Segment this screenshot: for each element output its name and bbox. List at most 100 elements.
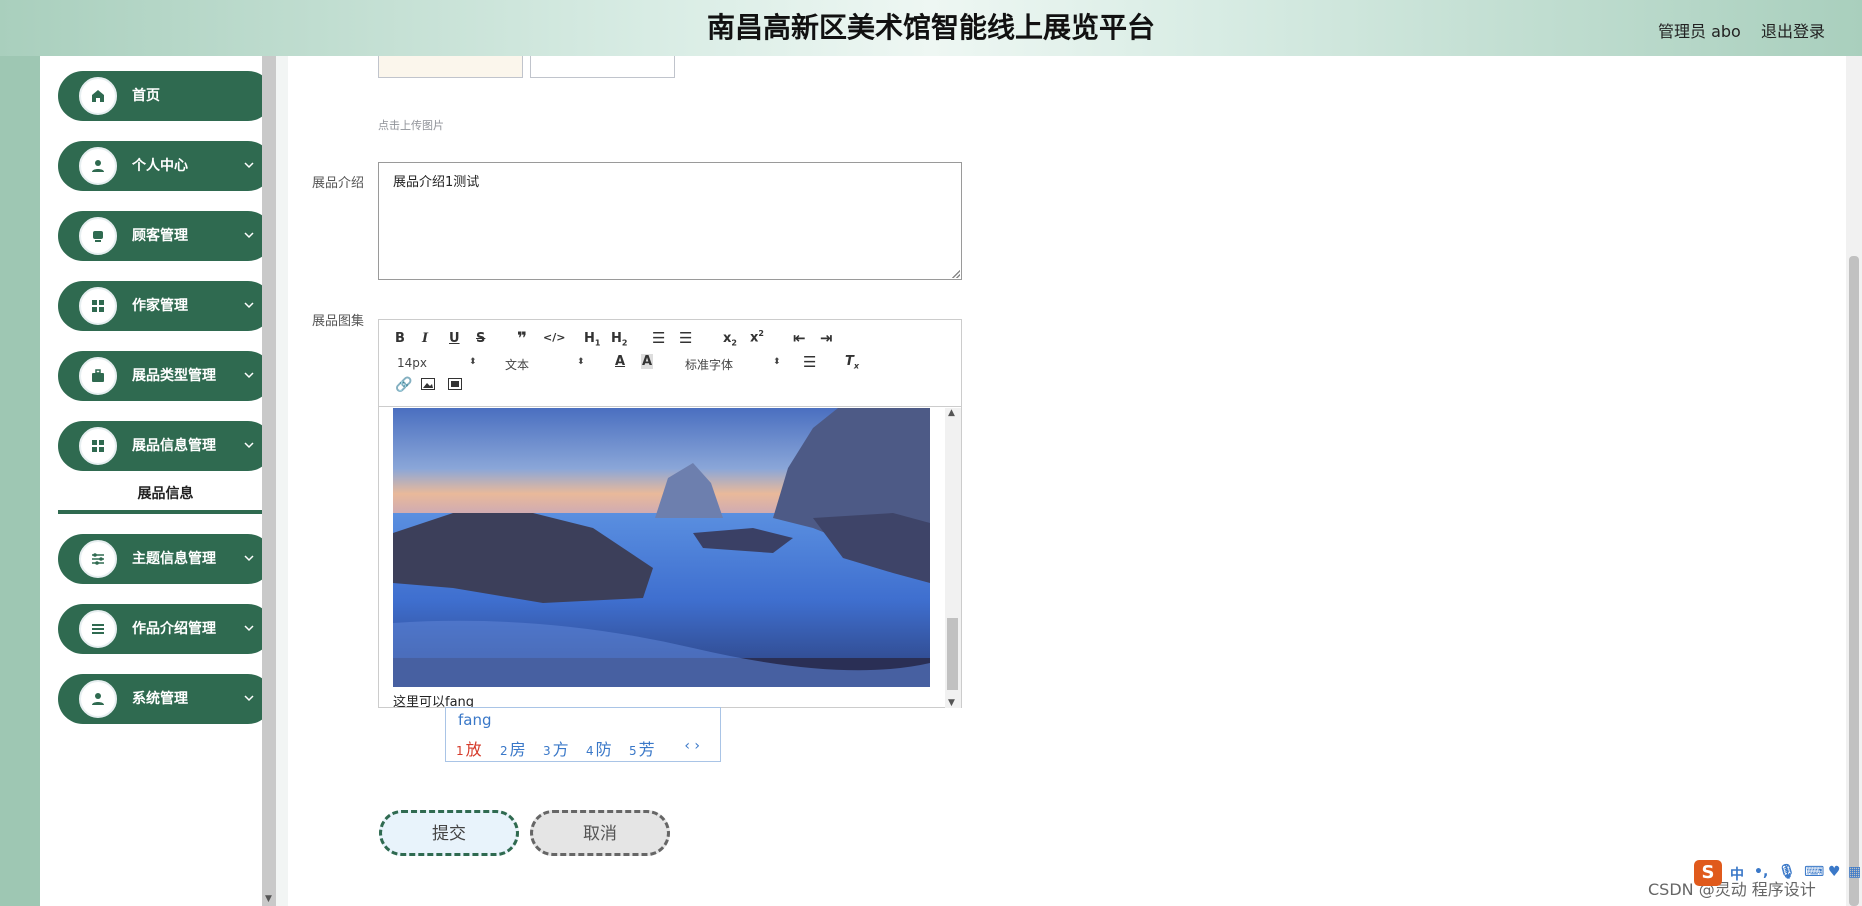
sidebar-item-label: 系统管理	[132, 691, 188, 707]
ime-candidate[interactable]: 3方	[543, 736, 569, 760]
background-color-icon[interactable]: A	[641, 354, 654, 369]
microphone-icon[interactable]: 🎙	[1778, 864, 1796, 880]
ime-page-arrows-icon[interactable]: ‹ ›	[684, 738, 700, 754]
sidebar-scrollbar[interactable]: ▼	[262, 56, 276, 906]
sidebar-item-label: 作品介绍管理	[132, 621, 216, 637]
sidebar-item-customers[interactable]: 顾客管理	[58, 211, 273, 261]
font-color-icon[interactable]: A	[615, 354, 625, 369]
chevron-down-icon	[244, 442, 254, 449]
align-icon[interactable]: ☰	[803, 353, 816, 371]
select-arrow-icon: ⬍	[577, 357, 585, 367]
sidebar-item-label: 顾客管理	[132, 228, 188, 244]
text-type-value: 文本	[505, 358, 530, 372]
strikethrough-icon[interactable]: S	[476, 331, 485, 346]
editor-toolbar: B I U S ❞ </> H1 H2 ☰ ☰ x2 x2 ⇤ ⇥ 14px ⬍…	[379, 320, 961, 407]
chevron-down-icon	[244, 232, 254, 239]
toolbox-icon[interactable]: ▦	[1848, 864, 1861, 880]
scroll-down-arrow-icon[interactable]: ▼	[948, 698, 955, 708]
scroll-up-arrow-icon[interactable]: ▲	[948, 408, 955, 418]
sogou-logo-icon[interactable]: S	[1694, 860, 1722, 886]
sidebar-item-label: 首页	[132, 88, 160, 104]
code-block-icon[interactable]: </>	[543, 331, 565, 344]
sidebar-item-authors[interactable]: 作家管理	[58, 281, 273, 331]
select-arrow-icon: ⬍	[773, 357, 781, 367]
ordered-list-icon[interactable]: ☰	[652, 329, 665, 347]
user-icon	[76, 677, 120, 721]
bullet-list-icon[interactable]: ☰	[679, 329, 692, 347]
logout-link[interactable]: 退出登录	[1761, 18, 1825, 42]
blockquote-icon[interactable]: ❞	[517, 329, 527, 349]
scroll-down-arrow-icon[interactable]: ▼	[265, 894, 272, 904]
sidebar-item-themes[interactable]: 主题信息管理	[58, 534, 273, 584]
chevron-down-icon	[244, 162, 254, 169]
upload-hint[interactable]: 点击上传图片	[378, 117, 444, 133]
chevron-down-icon	[244, 302, 254, 309]
superscript-icon[interactable]: x2	[750, 329, 764, 345]
grid-icon	[76, 424, 120, 468]
top-header: 南昌高新区美术馆智能线上展览平台 管理员 abo 退出登录	[0, 0, 1862, 56]
ime-chinese-mode[interactable]: 中	[1730, 864, 1744, 884]
customer-icon	[76, 214, 120, 258]
underline-icon[interactable]: U	[449, 331, 460, 346]
keyboard-icon[interactable]: ⌨	[1804, 864, 1824, 880]
current-user: 管理员 abo	[1658, 22, 1741, 41]
heading1-icon[interactable]: H1	[584, 331, 600, 348]
intro-label: 展品介绍	[312, 176, 365, 191]
indent-icon[interactable]: ⇥	[820, 329, 833, 347]
ime-candidate[interactable]: 5芳	[629, 736, 655, 760]
editor-scrollbar[interactable]: ▲ ▼	[945, 408, 961, 708]
submenu-item-exhibit-info[interactable]: 展品信息	[58, 479, 273, 514]
heading2-icon[interactable]: H2	[611, 331, 627, 348]
skin-icon[interactable]: ♥	[1828, 864, 1841, 880]
image-icon[interactable]	[421, 378, 435, 394]
user-icon	[76, 144, 120, 188]
punctuation-icon[interactable]: •,	[1754, 864, 1768, 880]
text-type-select[interactable]: 文本 ⬍	[505, 356, 585, 373]
page-scroll-thumb[interactable]	[1849, 256, 1859, 906]
sidebar-item-label: 展品类型管理	[132, 368, 216, 384]
font-family-select[interactable]: 标准字体 ⬍	[685, 356, 781, 373]
main-left-edge	[276, 56, 288, 906]
resize-handle[interactable]	[952, 270, 960, 278]
sidebar-item-system[interactable]: 系统管理	[58, 674, 273, 724]
italic-icon[interactable]: I	[422, 331, 428, 346]
intro-textarea[interactable]: 展品介绍1测试	[378, 162, 962, 280]
sidebar-item-home[interactable]: 首页	[58, 71, 273, 121]
ime-status-tray[interactable]: S 中 •, 🎙 ⌨ ♥ ▦	[1694, 858, 1862, 888]
list-icon	[76, 607, 120, 651]
sidebar-item-label: 展品信息管理	[132, 438, 216, 454]
left-decor-strip	[0, 56, 40, 906]
sidebar-item-profile[interactable]: 个人中心	[58, 141, 273, 191]
bold-icon[interactable]: B	[395, 331, 405, 346]
page-scrollbar[interactable]	[1846, 56, 1862, 906]
uploaded-image-thumbnail[interactable]	[378, 56, 523, 78]
editor-content[interactable]: 这里可以fang ▲ ▼	[379, 408, 961, 708]
font-family-value: 标准字体	[685, 358, 734, 372]
select-arrow-icon: ⬍	[469, 357, 477, 367]
submit-button[interactable]: 提交	[379, 810, 519, 856]
ime-pinyin: fang	[458, 711, 492, 729]
cancel-button[interactable]: 取消	[530, 810, 670, 856]
sliders-icon	[76, 537, 120, 581]
sidebar: 首页 个人中心 顾客管理 作家管理 展品类型管理 展品信息管理 展品信息 主题信…	[40, 56, 273, 906]
intro-text: 展品介绍1测试	[393, 175, 480, 190]
ime-candidate-popup: fang 1放 2房 3方 4防 5芳 ‹ ›	[445, 707, 721, 762]
sidebar-item-works-intro[interactable]: 作品介绍管理	[58, 604, 273, 654]
ime-candidate[interactable]: 4防	[586, 736, 612, 760]
sidebar-item-exhibit-types[interactable]: 展品类型管理	[58, 351, 273, 401]
inserted-landscape-photo	[393, 408, 930, 687]
upload-image-slot[interactable]	[530, 56, 675, 78]
link-icon[interactable]: 🔗	[395, 377, 412, 393]
subscript-icon[interactable]: x2	[723, 331, 737, 348]
ime-candidate[interactable]: 1放	[456, 736, 482, 760]
editor-scroll-thumb[interactable]	[947, 618, 958, 690]
font-size-select[interactable]: 14px ⬍	[397, 356, 477, 370]
chevron-down-icon	[244, 695, 254, 702]
clear-format-icon[interactable]: Tx	[845, 354, 859, 371]
outdent-icon[interactable]: ⇤	[793, 329, 806, 347]
sidebar-item-exhibit-info[interactable]: 展品信息管理	[58, 421, 273, 471]
video-icon[interactable]	[448, 378, 462, 394]
ime-candidate[interactable]: 2房	[500, 736, 526, 760]
rich-text-editor: B I U S ❞ </> H1 H2 ☰ ☰ x2 x2 ⇤ ⇥ 14px ⬍…	[378, 319, 962, 708]
sidebar-item-label: 作家管理	[132, 298, 188, 314]
